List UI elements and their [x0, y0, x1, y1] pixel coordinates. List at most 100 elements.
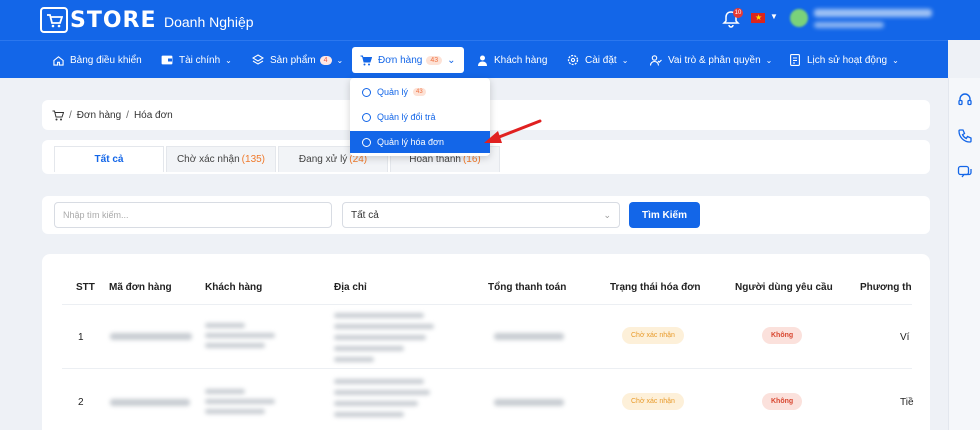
- column-header: Người dùng yêu cầu: [735, 282, 833, 293]
- user-name-redacted[interactable]: [814, 9, 932, 17]
- nav-badge: 4: [319, 55, 332, 65]
- order-code-redacted: [110, 333, 192, 340]
- status-badge: Chờ xác nhận: [622, 393, 684, 410]
- cart-icon[interactable]: [52, 110, 64, 121]
- nav-item-finance[interactable]: Tài chính ⌄: [161, 41, 232, 79]
- menu-item-returns[interactable]: Quản lý đổi trả: [350, 106, 490, 128]
- address-redacted: [334, 357, 374, 362]
- chevron-down-icon: ⌄: [892, 55, 899, 65]
- table-row[interactable]: 1 Chờ xác nhận Không Ví: [62, 304, 912, 368]
- address-redacted: [334, 335, 426, 340]
- chevron-down-icon: ⌄: [603, 210, 611, 220]
- breadcrumb-separator: /: [69, 109, 72, 121]
- requester-badge: Không: [762, 393, 803, 410]
- nav-label: Tài chính: [179, 54, 221, 66]
- nav-item-dashboard[interactable]: Bảng điều khiển: [52, 41, 142, 79]
- address-redacted: [334, 324, 434, 329]
- column-header: Phương th: [860, 282, 912, 293]
- tab-label: Đang xử lý: [298, 154, 348, 165]
- right-rail: [948, 78, 980, 430]
- customer-redacted: [205, 389, 245, 394]
- customer-redacted: [205, 399, 275, 404]
- nav-label: Bảng điều khiển: [70, 54, 142, 66]
- column-header: Khách hàng: [205, 282, 263, 293]
- notification-badge: 10: [733, 8, 743, 18]
- nav-label: Lịch sử hoạt động: [807, 54, 888, 66]
- tab-pending[interactable]: Chờ xác nhận (135): [166, 146, 276, 172]
- menu-badge: 43: [413, 88, 426, 96]
- total-redacted: [494, 333, 564, 340]
- chevron-down-icon: ⌄: [621, 55, 629, 65]
- tab-count: (135): [241, 154, 266, 165]
- requester-badge: Không: [762, 327, 803, 344]
- order-code-redacted: [110, 399, 190, 406]
- vietnam-flag-icon[interactable]: ★: [751, 13, 765, 23]
- nav-label: Đơn hàng: [378, 54, 423, 66]
- invoice-table: STT Mã đơn hàng Khách hàng Địa chỉ Tổng …: [42, 254, 930, 430]
- tab-label: Tất cả: [94, 154, 124, 165]
- headset-icon[interactable]: [957, 92, 973, 108]
- wallet-icon: [161, 54, 173, 66]
- avatar[interactable]: [790, 9, 808, 27]
- circle-icon: [362, 112, 371, 122]
- breadcrumb-separator: /: [126, 109, 129, 121]
- address-redacted: [334, 346, 404, 351]
- nav-item-settings[interactable]: Cài đặt ⌄: [567, 41, 628, 79]
- gear-icon: [567, 54, 579, 66]
- tab-label: Chờ xác nhận: [176, 154, 240, 165]
- search-button[interactable]: Tìm Kiếm: [629, 202, 700, 228]
- customer-redacted: [205, 343, 265, 348]
- nav-item-customers[interactable]: Khách hàng: [476, 41, 547, 79]
- user-icon: [476, 54, 488, 66]
- status-select[interactable]: Tất cả ⌄: [342, 202, 620, 228]
- search-input[interactable]: [54, 202, 332, 228]
- column-header: Trạng thái hóa đơn: [610, 282, 701, 293]
- nav-item-products[interactable]: Sản phẩm 4 ⌄: [252, 41, 343, 79]
- layers-icon: [252, 54, 264, 66]
- top-header: STORE Doanh Nghiệp 10 ★ ▼: [0, 0, 980, 40]
- nav-label: Vai trò & phân quyền: [668, 54, 761, 66]
- logo-text: STORE: [70, 7, 157, 33]
- address-redacted: [334, 390, 430, 395]
- address-redacted: [334, 379, 424, 384]
- breadcrumb-orders[interactable]: Đơn hàng: [77, 110, 121, 121]
- store-logo[interactable]: STORE: [40, 7, 157, 33]
- customer-redacted: [205, 323, 245, 328]
- chevron-down-icon: ⌄: [765, 55, 773, 65]
- select-value: Tất cả: [351, 209, 379, 221]
- menu-item-label: Quản lý: [377, 87, 409, 97]
- column-header: STT: [76, 282, 95, 293]
- table-row[interactable]: 2 Chờ xác nhận Không Tiề: [62, 368, 914, 430]
- payment-method: Ví: [900, 332, 910, 343]
- breadcrumb-invoices: Hóa đơn: [133, 109, 173, 121]
- address-redacted: [334, 313, 424, 318]
- customer-redacted: [205, 409, 265, 414]
- total-redacted: [494, 399, 564, 406]
- chat-icon[interactable]: [957, 164, 973, 180]
- phone-icon[interactable]: [957, 128, 973, 144]
- customer-redacted: [205, 333, 275, 338]
- annotation-arrow-icon: [484, 119, 542, 143]
- menu-item-manage[interactable]: Quản lý 43: [350, 81, 490, 103]
- circle-icon: [362, 137, 371, 147]
- nav-item-orders[interactable]: Đơn hàng 43 ⌄: [352, 47, 464, 73]
- menu-item-label: Quản lý đổi trả: [377, 112, 436, 122]
- chevron-down-icon: ⌄: [447, 54, 456, 66]
- language-caret-icon[interactable]: ▼: [770, 12, 778, 21]
- nav-item-roles[interactable]: Vai trò & phân quyền ⌄: [650, 41, 772, 79]
- address-redacted: [334, 412, 404, 417]
- tab-all[interactable]: Tất cả: [54, 146, 164, 172]
- home-icon: [52, 54, 64, 66]
- menu-item-label: Quản lý hóa đơn: [377, 137, 444, 147]
- column-header: Địa chỉ: [334, 282, 367, 293]
- payment-method: Tiề: [900, 397, 914, 408]
- menu-item-invoices[interactable]: Quản lý hóa đơn: [350, 131, 490, 153]
- circle-icon: [362, 87, 371, 97]
- nav-badge: 43: [426, 55, 443, 65]
- cart-icon: [360, 54, 372, 66]
- brand-subtitle: Doanh Nghiệp: [164, 14, 254, 30]
- nav-item-history[interactable]: Lịch sử hoạt động ⌄: [789, 41, 899, 79]
- chevron-down-icon: ⌄: [225, 55, 232, 65]
- table-header: STT Mã đơn hàng Khách hàng Địa chỉ Tổng …: [62, 272, 912, 304]
- column-header: Mã đơn hàng: [109, 282, 172, 293]
